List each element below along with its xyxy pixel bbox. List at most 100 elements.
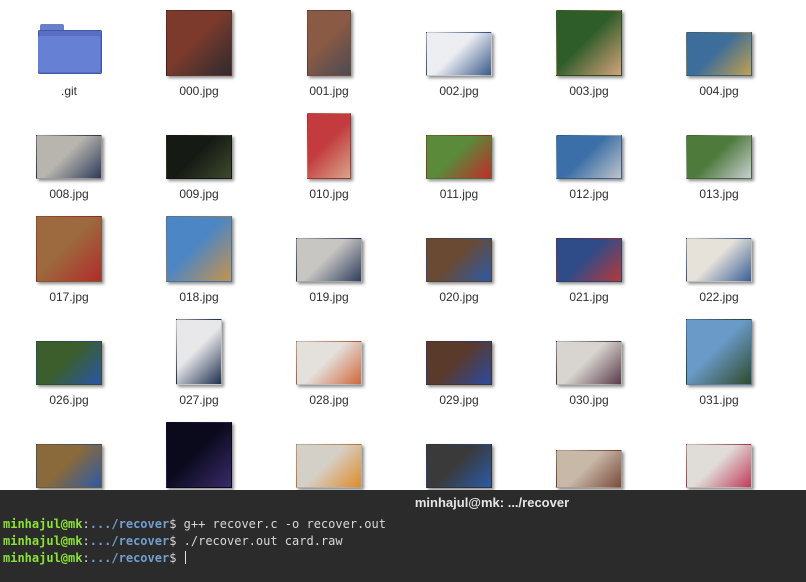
image-thumbnail bbox=[166, 135, 232, 179]
image-thumbnail bbox=[307, 113, 351, 179]
terminal-line: minhajul@mk:.../recover$ g++ recover.c -… bbox=[3, 516, 806, 533]
folder-icon bbox=[38, 24, 102, 74]
terminal-line: minhajul@mk:.../recover$ ./recover.out c… bbox=[3, 533, 806, 550]
file-item[interactable]: 030.jpg bbox=[524, 315, 654, 407]
file-name: 021.jpg bbox=[569, 290, 609, 304]
image-thumbnail bbox=[296, 238, 362, 282]
image-thumbnail bbox=[426, 135, 492, 179]
file-item[interactable]: 027.jpg bbox=[134, 315, 264, 407]
file-item[interactable] bbox=[654, 418, 784, 490]
text-cursor bbox=[184, 551, 186, 564]
file-item[interactable]: 001.jpg bbox=[264, 6, 394, 98]
image-thumbnail bbox=[556, 135, 622, 179]
file-item[interactable]: 031.jpg bbox=[654, 315, 784, 407]
image-thumbnail bbox=[556, 341, 622, 385]
image-thumbnail bbox=[686, 444, 752, 488]
prompt-separator: : bbox=[82, 534, 90, 548]
image-thumbnail bbox=[36, 444, 102, 488]
file-item[interactable]: 012.jpg bbox=[524, 109, 654, 201]
prompt-separator: : bbox=[82, 517, 90, 531]
prompt-path: .../recover bbox=[89, 517, 170, 531]
file-item[interactable]: 000.jpg bbox=[134, 6, 264, 98]
prompt-path: .../recover bbox=[89, 551, 170, 565]
file-item[interactable]: 017.jpg bbox=[4, 212, 134, 304]
command-input[interactable] bbox=[176, 551, 183, 565]
command-text: ./recover.out card.raw bbox=[176, 534, 343, 548]
image-thumbnail bbox=[686, 238, 752, 282]
terminal-window[interactable]: minhajul@mk: .../recover minhajul@mk:...… bbox=[0, 490, 806, 582]
file-name: 029.jpg bbox=[439, 393, 479, 407]
file-name: 009.jpg bbox=[179, 187, 219, 201]
file-name: 008.jpg bbox=[49, 187, 89, 201]
file-name: 031.jpg bbox=[699, 393, 739, 407]
file-item[interactable]: 028.jpg bbox=[264, 315, 394, 407]
image-thumbnail bbox=[686, 319, 752, 385]
image-thumbnail bbox=[686, 32, 752, 76]
file-name: 001.jpg bbox=[309, 84, 349, 98]
file-item[interactable]: 002.jpg bbox=[394, 6, 524, 98]
file-item[interactable] bbox=[524, 418, 654, 490]
image-thumbnail bbox=[307, 10, 351, 76]
file-item[interactable] bbox=[264, 418, 394, 490]
terminal-line[interactable]: minhajul@mk:.../recover$ bbox=[3, 550, 806, 567]
file-name: 022.jpg bbox=[699, 290, 739, 304]
file-item[interactable]: 004.jpg bbox=[654, 6, 784, 98]
terminal-title: minhajul@mk: .../recover bbox=[414, 495, 570, 510]
file-name: 018.jpg bbox=[179, 290, 219, 304]
command-text: g++ recover.c -o recover.out bbox=[176, 517, 386, 531]
file-item[interactable]: 022.jpg bbox=[654, 212, 784, 304]
file-name: 028.jpg bbox=[309, 393, 349, 407]
file-name: .git bbox=[60, 84, 77, 98]
file-item[interactable]: 020.jpg bbox=[394, 212, 524, 304]
file-item[interactable]: 011.jpg bbox=[394, 109, 524, 201]
file-name: 013.jpg bbox=[699, 187, 739, 201]
image-thumbnail bbox=[296, 341, 362, 385]
file-name: 019.jpg bbox=[309, 290, 349, 304]
file-item[interactable]: 009.jpg bbox=[134, 109, 264, 201]
file-item[interactable] bbox=[134, 418, 264, 490]
image-thumbnail bbox=[176, 319, 222, 385]
prompt-user: minhajul@mk bbox=[3, 517, 83, 531]
image-thumbnail bbox=[166, 10, 232, 76]
file-name: 026.jpg bbox=[49, 393, 89, 407]
file-name: 003.jpg bbox=[569, 84, 609, 98]
file-item[interactable]: 013.jpg bbox=[654, 109, 784, 201]
file-item[interactable]: 019.jpg bbox=[264, 212, 394, 304]
file-item[interactable]: 003.jpg bbox=[524, 6, 654, 98]
image-thumbnail bbox=[426, 238, 492, 282]
file-name: 002.jpg bbox=[439, 84, 479, 98]
prompt-path: .../recover bbox=[89, 534, 170, 548]
file-name: 011.jpg bbox=[439, 187, 479, 201]
file-grid: .git 000.jpg 001.jpg 002.jpg 003.jpg 004… bbox=[0, 0, 806, 490]
image-thumbnail bbox=[426, 341, 492, 385]
image-thumbnail bbox=[556, 450, 622, 488]
image-thumbnail bbox=[36, 135, 102, 179]
file-name: 020.jpg bbox=[439, 290, 479, 304]
prompt-separator: : bbox=[82, 551, 90, 565]
file-item[interactable]: 026.jpg bbox=[4, 315, 134, 407]
file-item[interactable]: 008.jpg bbox=[4, 109, 134, 201]
image-thumbnail bbox=[556, 10, 622, 76]
terminal-body[interactable]: minhajul@mk:.../recover$ g++ recover.c -… bbox=[0, 516, 806, 567]
image-thumbnail bbox=[36, 216, 102, 282]
file-name: 030.jpg bbox=[569, 393, 609, 407]
image-thumbnail bbox=[426, 32, 492, 76]
prompt-user: minhajul@mk bbox=[3, 534, 83, 548]
image-thumbnail bbox=[426, 444, 492, 488]
file-name: 000.jpg bbox=[179, 84, 219, 98]
file-name: 010.jpg bbox=[309, 187, 349, 201]
file-item[interactable]: 029.jpg bbox=[394, 315, 524, 407]
image-thumbnail bbox=[36, 341, 102, 385]
file-name: 004.jpg bbox=[699, 84, 739, 98]
file-item[interactable] bbox=[394, 418, 524, 490]
image-thumbnail bbox=[296, 444, 362, 488]
file-name: 027.jpg bbox=[179, 393, 219, 407]
image-thumbnail bbox=[686, 135, 752, 179]
image-thumbnail bbox=[166, 422, 232, 488]
file-item[interactable]: 010.jpg bbox=[264, 109, 394, 201]
file-item[interactable]: 018.jpg bbox=[134, 212, 264, 304]
file-name: 017.jpg bbox=[49, 290, 89, 304]
file-item[interactable] bbox=[4, 418, 134, 490]
file-item-folder[interactable]: .git bbox=[4, 6, 134, 98]
file-item[interactable]: 021.jpg bbox=[524, 212, 654, 304]
